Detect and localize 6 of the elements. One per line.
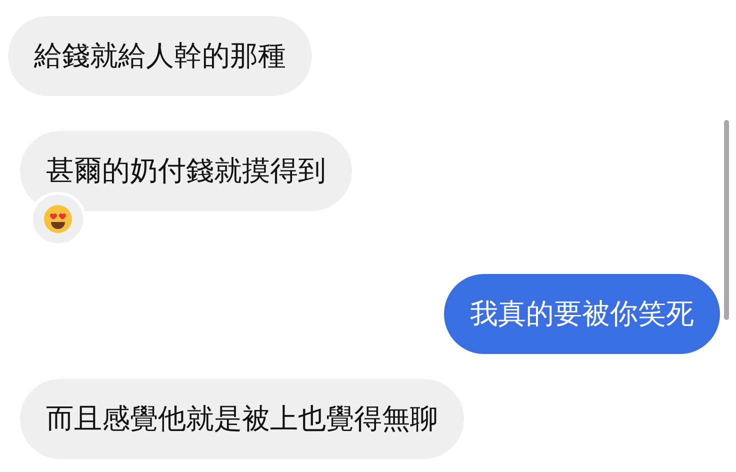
heart-eyes-emoji-icon: [43, 204, 73, 234]
message-bubble: 給錢就給人幹的那種: [8, 16, 312, 96]
message-bubble: 我真的要被你笑死: [444, 274, 720, 354]
message-bubble: 甚爾的奶付錢就摸得到: [20, 131, 352, 211]
scrollbar[interactable]: [724, 120, 729, 320]
message-bubble: 而且感覺他就是被上也覺得無聊: [20, 379, 464, 459]
